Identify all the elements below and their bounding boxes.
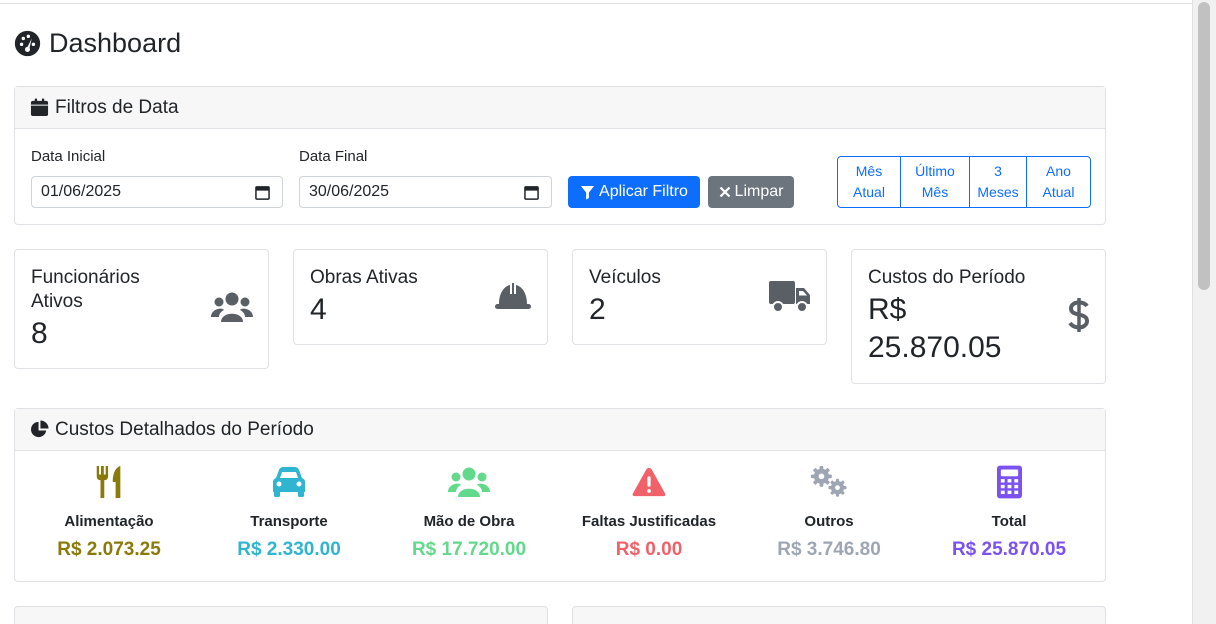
cost-total-name: Total <box>991 513 1027 530</box>
cost-item-transport: Transporte R$ 2.330.00 <box>199 464 379 561</box>
costs-by-work-card <box>572 606 1106 624</box>
stat-costs-value: R$ 25.870.05 <box>868 291 1001 367</box>
start-date-label: Data Inicial <box>31 148 106 165</box>
end-date-value: 30/06/2025 <box>309 183 390 200</box>
stat-card-works: Obras Ativas 4 <box>293 249 548 345</box>
employees-by-department-card <box>14 606 548 624</box>
stat-employees-label-line2: Ativos <box>31 291 83 312</box>
stat-vehicles-value: 2 <box>589 293 606 326</box>
three-months-line1: 3 <box>994 163 1002 179</box>
users-icon <box>448 467 490 497</box>
cogs-icon <box>811 465 847 497</box>
page-title: Dashboard <box>14 28 181 59</box>
cost-others-value: R$ 3.746.80 <box>777 539 881 560</box>
apply-filter-label: Aplicar Filtro <box>599 183 688 200</box>
clear-filter-button[interactable]: Limpar <box>708 176 794 208</box>
three-months-line2: Meses <box>977 184 1019 200</box>
scrollbar-thumb[interactable] <box>1198 2 1210 290</box>
current-month-line2: Atual <box>853 184 885 200</box>
detailed-costs-title: Custos Detalhados do Período <box>55 418 314 440</box>
end-date-input[interactable]: 30/06/2025 <box>299 176 552 208</box>
clear-filter-label: Limpar <box>734 183 784 200</box>
cost-transport-name: Transporte <box>250 513 328 530</box>
stat-card-costs: Custos do Período R$ 25.870.05 <box>851 249 1106 384</box>
hard-hat-icon <box>495 283 531 309</box>
current-year-line2: Atual <box>1042 184 1075 200</box>
page-scrollbar[interactable] <box>1192 0 1216 624</box>
cost-labor-name: Mão de Obra <box>423 513 515 530</box>
cost-absences-value: R$ 0.00 <box>615 539 683 560</box>
last-month-line2: Mês <box>921 184 949 200</box>
tachometer-icon <box>14 30 41 57</box>
cost-others-name: Outros <box>804 513 854 530</box>
date-filters-header: Filtros de Data <box>15 87 1105 129</box>
top-divider <box>0 0 1192 4</box>
quick-period-buttons: Mês Atual Último Mês 3 Meses Ano Atual <box>837 156 1091 208</box>
cost-total-value: R$ 25.870.05 <box>951 539 1067 560</box>
stat-works-value: 4 <box>310 293 327 326</box>
page-title-text: Dashboard <box>49 28 182 58</box>
cost-item-food: Alimentação R$ 2.073.25 <box>19 464 199 561</box>
utensils-icon <box>96 465 121 499</box>
date-filters-title: Filtros de Data <box>55 96 179 118</box>
current-month-button[interactable]: Mês Atual <box>838 157 901 207</box>
stat-employees-label: Funcionários Ativos <box>31 266 140 314</box>
three-months-button[interactable]: 3 Meses <box>970 157 1027 207</box>
last-month-button[interactable]: Último Mês <box>901 157 970 207</box>
users-icon <box>211 292 253 322</box>
dollar-icon <box>1068 298 1090 332</box>
cost-absences-name: Faltas Justificadas <box>581 513 717 530</box>
end-date-label: Data Final <box>299 148 368 165</box>
calendar-icon <box>30 98 49 117</box>
cost-item-others: Outros R$ 3.746.80 <box>739 464 919 561</box>
start-date-input[interactable]: 01/06/2025 <box>31 176 283 208</box>
current-year-button[interactable]: Ano Atual <box>1027 157 1090 207</box>
date-filters-card: Filtros de Data Data Inicial 01/06/2025 … <box>14 86 1106 225</box>
current-year-line1: Ano <box>1046 163 1071 179</box>
detailed-costs-header: Custos Detalhados do Período <box>15 409 1105 451</box>
stat-works-label: Obras Ativas <box>310 267 418 288</box>
car-icon <box>273 467 305 497</box>
calculator-icon <box>996 465 1022 499</box>
stat-employees-value: 8 <box>31 317 48 350</box>
cost-item-total: Total R$ 25.870.05 <box>919 464 1099 561</box>
cost-item-labor: Mão de Obra R$ 17.720.00 <box>379 464 559 561</box>
cost-labor-value: R$ 17.720.00 <box>411 539 527 560</box>
stat-vehicles-label: Veículos <box>589 267 661 288</box>
stat-costs-value-line1: R$ <box>868 293 907 326</box>
current-month-line1: Mês <box>855 163 883 179</box>
stat-costs-label: Custos do Período <box>868 267 1026 288</box>
cost-item-absences: Faltas Justificadas R$ 0.00 <box>559 464 739 561</box>
stat-costs-value-line2: 25.870.05 <box>868 331 1002 364</box>
filter-icon <box>580 185 595 200</box>
stat-employees-label-line1: Funcionários <box>31 267 140 288</box>
last-month-line1: Último <box>915 163 955 179</box>
close-icon <box>719 186 730 198</box>
cost-food-value: R$ 2.073.25 <box>57 539 161 560</box>
truck-icon <box>769 281 810 313</box>
cost-food-name: Alimentação <box>64 513 154 530</box>
cost-transport-value: R$ 2.330.00 <box>237 539 341 560</box>
stat-card-vehicles: Veículos 2 <box>572 249 827 345</box>
start-date-value: 01/06/2025 <box>41 183 122 200</box>
pie-chart-icon <box>31 420 49 438</box>
warning-icon <box>632 467 666 497</box>
calendar-picker-icon[interactable] <box>524 185 539 200</box>
calendar-picker-icon[interactable] <box>255 185 270 200</box>
apply-filter-button[interactable]: Aplicar Filtro <box>568 176 700 208</box>
stat-card-employees: Funcionários Ativos 8 <box>14 249 269 369</box>
detailed-costs-card: Custos Detalhados do Período Alimentação… <box>14 408 1106 582</box>
